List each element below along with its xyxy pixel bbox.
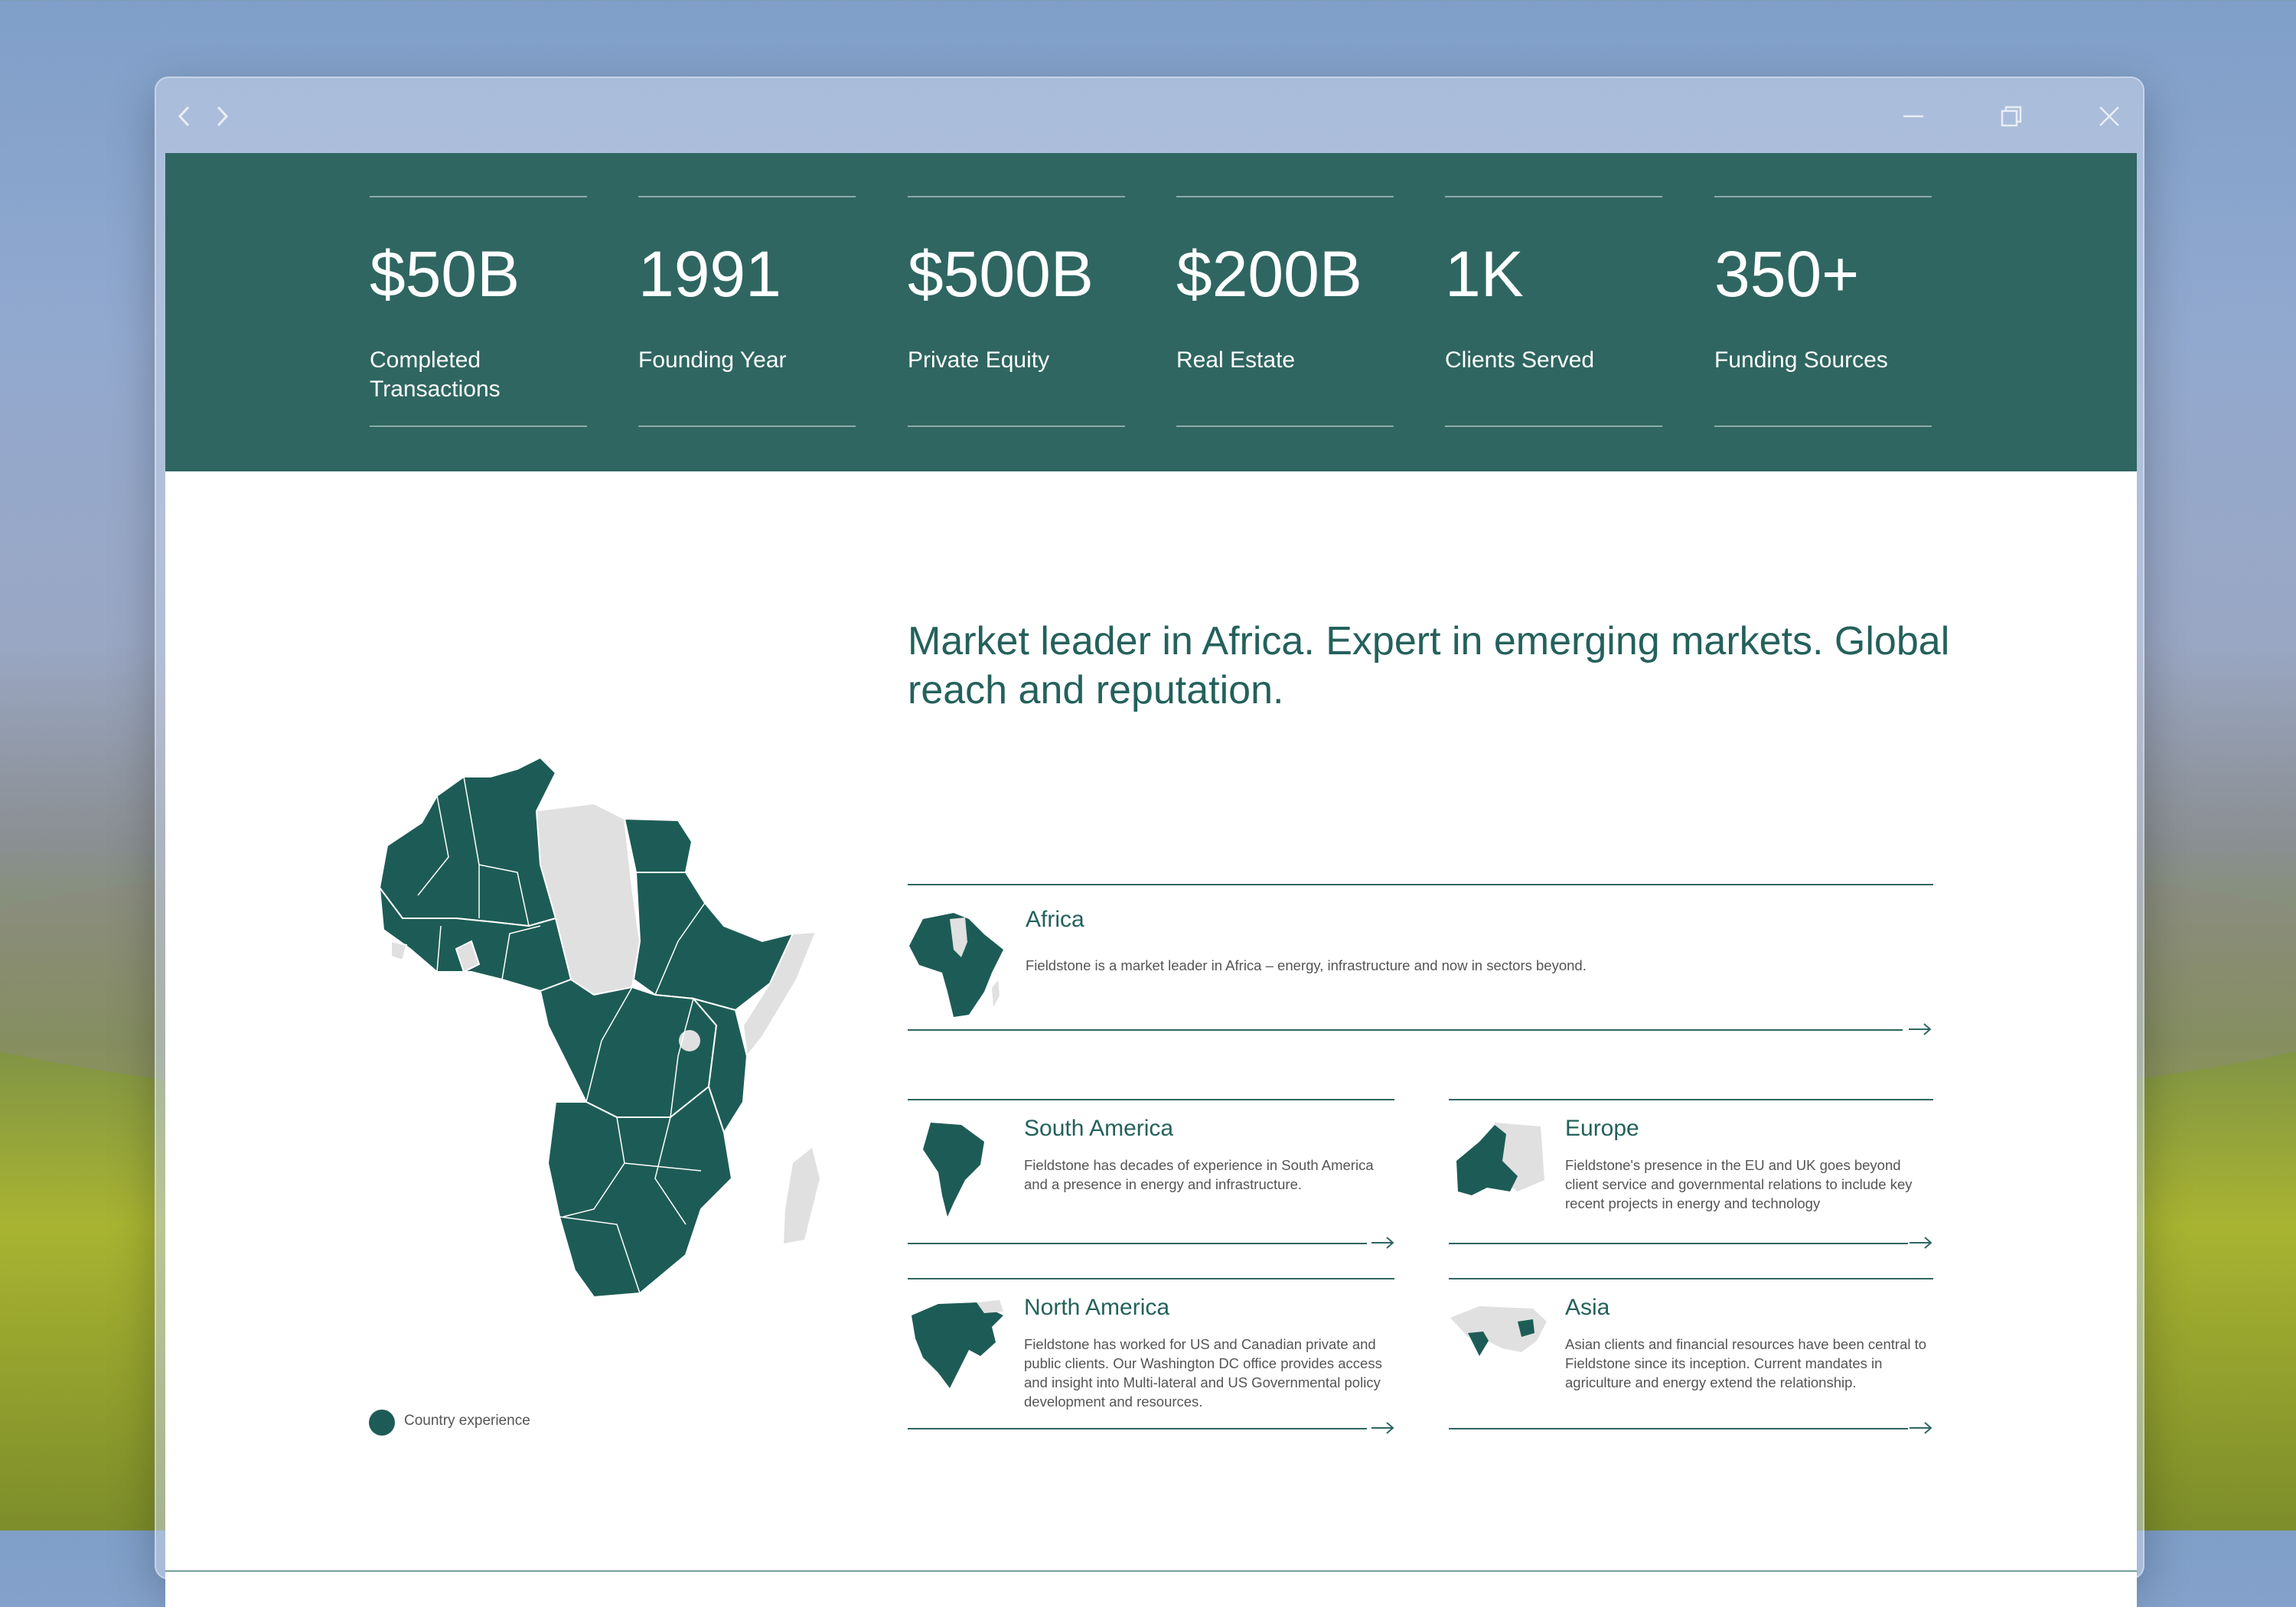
arrow-right-icon[interactable] (1908, 1235, 1934, 1250)
minimize-icon (1903, 115, 1923, 118)
south-america-mini-map (923, 1123, 984, 1217)
legend-label: Country experience (404, 1413, 530, 1429)
close-button[interactable] (2095, 103, 2123, 130)
arrow-right-icon[interactable] (1908, 1420, 1934, 1436)
region-title: South America (1024, 1116, 1174, 1141)
stat-label: Clients Served (1445, 347, 1595, 373)
stat-private-equity: $500B Private Equity (908, 196, 1125, 427)
region-title: Europe (1565, 1116, 1639, 1141)
close-icon (2099, 106, 2119, 126)
stat-value: 350+ (1714, 238, 1860, 310)
stat-label: Real Estate (1176, 347, 1296, 373)
region-title: Asia (1565, 1295, 1610, 1320)
region-title: Africa (1026, 907, 1084, 932)
region-card-south-america[interactable]: South America Fieldstone has decades of … (908, 1099, 1394, 1249)
title-bar (156, 78, 2143, 152)
stat-value: $200B (1176, 238, 1362, 310)
region-card-africa[interactable]: Africa Fieldstone is a market leader in … (908, 884, 1933, 1035)
region-description: Asian clients and financial resources ha… (1565, 1336, 1927, 1390)
divider (1449, 1428, 1908, 1429)
legend-swatch (369, 1410, 395, 1436)
stat-completed-transactions: $50B Completed Transactions (370, 196, 587, 427)
region-description: Fieldstone is a market leader in Africa … (1026, 957, 1587, 973)
section-headline: Market leader in Africa. Expert in emerg… (908, 619, 1950, 712)
arrow-right-icon[interactable] (1370, 1235, 1396, 1250)
divider (1449, 1243, 1908, 1244)
chevron-left-icon (178, 106, 190, 127)
stats-band: $50B Completed Transactions 1991 Foundin… (165, 153, 2137, 471)
stat-clients-served: 1K Clients Served (1445, 196, 1662, 427)
stat-label: Founding Year (638, 347, 787, 373)
back-button[interactable] (171, 103, 199, 130)
minimize-button[interactable] (1900, 103, 1927, 130)
divider (908, 1428, 1367, 1429)
region-card-asia[interactable]: Asia Asian clients and financial resourc… (1449, 1278, 1934, 1436)
restore-button[interactable] (1998, 103, 2025, 130)
stat-label: Completed Transactions (370, 347, 501, 402)
arrow-right-icon[interactable] (1370, 1420, 1396, 1436)
stat-value: 1991 (638, 238, 781, 310)
africa-map (378, 756, 820, 1299)
stat-real-estate: $200B Real Estate (1176, 196, 1394, 427)
restore-icon (2001, 106, 2022, 127)
stat-funding-sources: 350+ Funding Sources (1714, 196, 1932, 427)
arrow-right-icon[interactable] (1907, 1022, 1933, 1037)
africa-mini-map (909, 913, 1003, 1017)
europe-mini-map (1456, 1123, 1544, 1195)
region-description: Fieldstone's presence in the EU and UK g… (1565, 1157, 1913, 1211)
region-card-europe[interactable]: Europe Fieldstone's presence in the EU a… (1449, 1099, 1933, 1249)
stat-value: $50B (370, 238, 520, 310)
region-description: Fieldstone has worked for US and Canadia… (1024, 1336, 1382, 1410)
divider (908, 1029, 1903, 1031)
asia-mini-map (1450, 1306, 1547, 1356)
stat-value: 1K (1445, 238, 1524, 310)
region-title: North America (1024, 1295, 1170, 1320)
page-content: $50B Completed Transactions 1991 Foundin… (165, 153, 2137, 1607)
forward-button[interactable] (208, 103, 236, 130)
footer-divider (165, 1570, 2137, 1572)
stat-value: $500B (908, 238, 1094, 310)
divider (908, 1243, 1367, 1244)
stat-label: Private Equity (908, 347, 1050, 373)
north-america-mini-map (912, 1300, 1003, 1388)
stat-label: Funding Sources (1714, 347, 1888, 373)
stat-founding-year: 1991 Founding Year (638, 196, 856, 427)
region-card-north-america[interactable]: North America Fieldstone has worked for … (908, 1278, 1396, 1436)
app-window: $50B Completed Transactions 1991 Foundin… (155, 77, 2144, 1607)
chevron-right-icon (217, 106, 229, 127)
region-description: Fieldstone has decades of experience in … (1024, 1157, 1374, 1192)
